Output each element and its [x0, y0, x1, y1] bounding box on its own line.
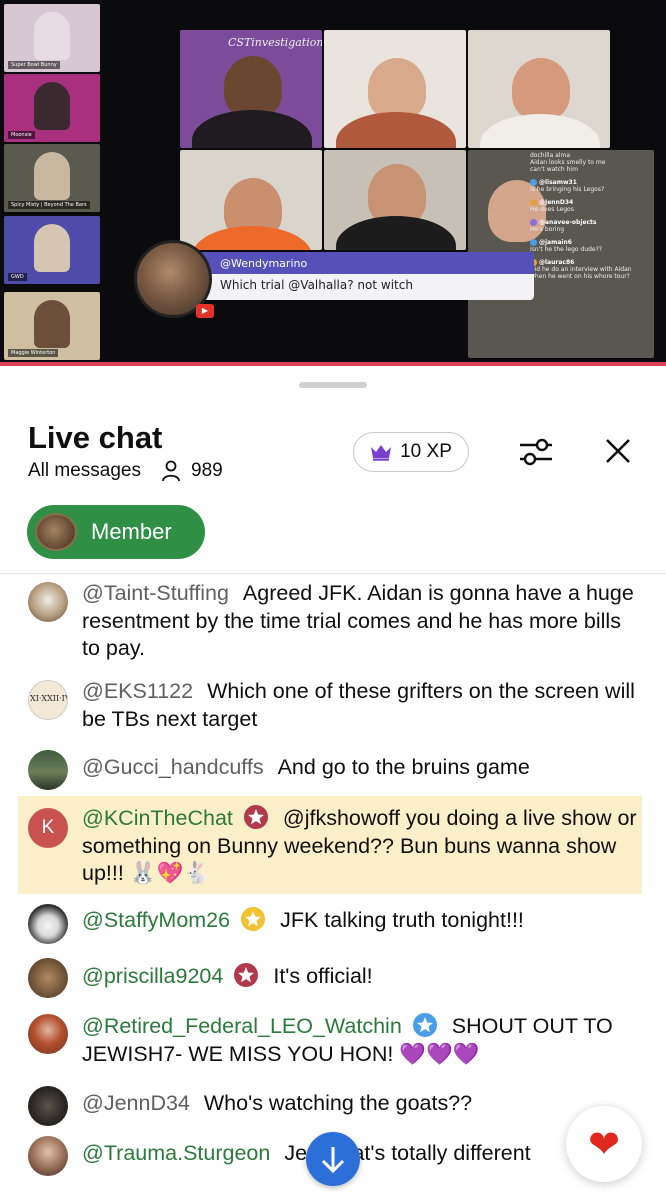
chat-message[interactable]: @Retired_Federal_LEO_Watchin SHOUT OUT TO… [0, 1012, 666, 1072]
avatar[interactable] [28, 750, 68, 790]
avatar[interactable]: K [28, 808, 68, 848]
overlay-comment-author: @Wendymarino [190, 252, 534, 274]
crown-icon [371, 445, 392, 461]
member-chip-label: Member [91, 519, 172, 544]
guest-tile [180, 150, 322, 250]
host-tile: CSTinvestigation [180, 30, 322, 148]
moderator-badge-icon [233, 962, 259, 988]
member-filter-chip[interactable]: Member [27, 505, 205, 559]
message-author[interactable]: @priscilla9204 [82, 964, 223, 988]
guest-tile [468, 30, 610, 148]
show-logo: CSTinvestigation [228, 36, 322, 49]
moderator-badge-icon [243, 804, 269, 830]
divider [0, 573, 666, 574]
arrow-down-icon [321, 1147, 345, 1174]
side-chat-text: He's boring [530, 226, 565, 233]
participant-tile: Spicy Misty | Beyond The Bars [4, 144, 100, 212]
stream-side-chat: dochilla alma Aidan looks smelly to me c… [530, 152, 656, 280]
side-chat-text: dochilla alma [530, 152, 571, 159]
chat-message[interactable]: @priscilla9204 It's official! [0, 958, 666, 998]
message-author[interactable]: @KCinTheChat [82, 806, 233, 830]
message-text: JFK talking truth tonight!!! [280, 908, 524, 932]
chat-message[interactable]: @Gucci_handcuffs And go to the bruins gam… [0, 750, 666, 790]
message-author[interactable]: @Trauma.Sturgeon [82, 1141, 270, 1165]
avatar[interactable] [28, 958, 68, 998]
participant-name: Moonsie [8, 131, 35, 139]
reaction-button[interactable]: ❤ [566, 1106, 642, 1182]
viewer-count: 989 [191, 460, 223, 481]
message-author[interactable]: @Taint-Stuffing [82, 581, 229, 605]
scroll-to-bottom-button[interactable] [306, 1132, 360, 1186]
close-icon [606, 439, 630, 463]
avatar[interactable]: XI·XXII·IV·IX [28, 680, 68, 720]
host-tile [324, 30, 466, 148]
sponsor-badge-icon [240, 906, 266, 932]
member-avatar [35, 513, 77, 551]
side-chat-author: @JennD34 [539, 199, 574, 206]
xp-button[interactable]: 10 XP [353, 432, 469, 472]
message-author[interactable]: @Retired_Federal_LEO_Watchin [82, 1014, 402, 1038]
side-chat-author: @jamain6 [539, 239, 572, 246]
chat-message-highlighted[interactable]: K @KCinTheChat @jfkshowoff you doing a li… [18, 796, 642, 894]
avatar[interactable] [28, 904, 68, 944]
participant-tile: Super Bowl Bunny [4, 4, 100, 72]
participant-tile: GWD [4, 216, 100, 284]
close-button[interactable] [598, 434, 638, 470]
side-chat-text: He does Legos [530, 206, 574, 213]
video-player[interactable]: Super Bowl Bunny Moonsie Spicy Misty | B… [0, 0, 666, 366]
avatar[interactable] [28, 1014, 68, 1054]
chat-message[interactable]: @StaffyMom26 JFK talking truth tonight!!! [0, 904, 666, 944]
filter-button[interactable] [516, 434, 556, 470]
drag-handle[interactable] [299, 382, 367, 388]
participant-name: Super Bowl Bunny [8, 61, 60, 69]
guest-tile [324, 150, 466, 250]
message-text: Who's watching the goats?? [203, 1091, 473, 1115]
xp-label: 10 XP [400, 441, 452, 462]
overlay-comment-text: Which trial @Valhalla? not witch [220, 278, 413, 292]
youtube-icon: ▶ [196, 304, 214, 318]
participant-name: Spicy Misty | Beyond The Bars [8, 201, 90, 209]
avatar[interactable] [28, 1136, 68, 1176]
side-chat-text: can't watch him [530, 166, 578, 173]
chat-message[interactable]: @Taint-Stuffing Agreed JFK. Aidan is gonn… [0, 580, 666, 664]
avatar[interactable] [28, 1086, 68, 1126]
side-chat-text: Isn't he the lego dude?? [530, 246, 602, 253]
heart-icon: ❤ [588, 1123, 620, 1166]
side-chat-text: Did he do an interview with Aidan when h… [530, 266, 632, 280]
panel-title: Live chat [28, 420, 163, 455]
message-emoji: 💜💜💜 [399, 1041, 480, 1066]
chat-filter-label[interactable]: All messages [28, 460, 141, 482]
side-chat-text: Aidan looks smelly to me [530, 159, 606, 166]
message-text: It's official! [273, 964, 373, 988]
person-icon [161, 460, 181, 482]
avatar[interactable] [28, 582, 68, 622]
message-author[interactable]: @EKS1122 [82, 679, 193, 703]
chat-message[interactable]: @JennD34 Who's watching the goats?? [0, 1086, 666, 1126]
verified-badge-icon [412, 1012, 438, 1038]
participant-name: GWD [8, 273, 27, 281]
participant-name: Maggie Winterton [8, 349, 59, 357]
message-author[interactable]: @StaffyMom26 [82, 908, 230, 932]
side-chat-author: @laurac86 [539, 259, 575, 266]
message-author[interactable]: @Gucci_handcuffs [82, 755, 264, 779]
message-text: And go to the bruins game [277, 755, 530, 779]
side-chat-author: @lisamw31 [539, 179, 577, 186]
avatar-letter: K [41, 817, 55, 838]
chat-filter-row[interactable]: All messages 989 [28, 460, 223, 482]
participant-tile: Moonsie [4, 74, 100, 142]
side-chat-text: Is he bringing his Legos? [530, 186, 605, 193]
message-author[interactable]: @JennD34 [82, 1091, 190, 1115]
sliders-icon [520, 438, 552, 466]
participant-tile: Maggie Winterton [4, 292, 100, 360]
chat-message[interactable]: XI·XXII·IV·IX @EKS1122Which one of these… [0, 678, 666, 734]
side-chat-author: @anavee-objects [539, 219, 597, 226]
